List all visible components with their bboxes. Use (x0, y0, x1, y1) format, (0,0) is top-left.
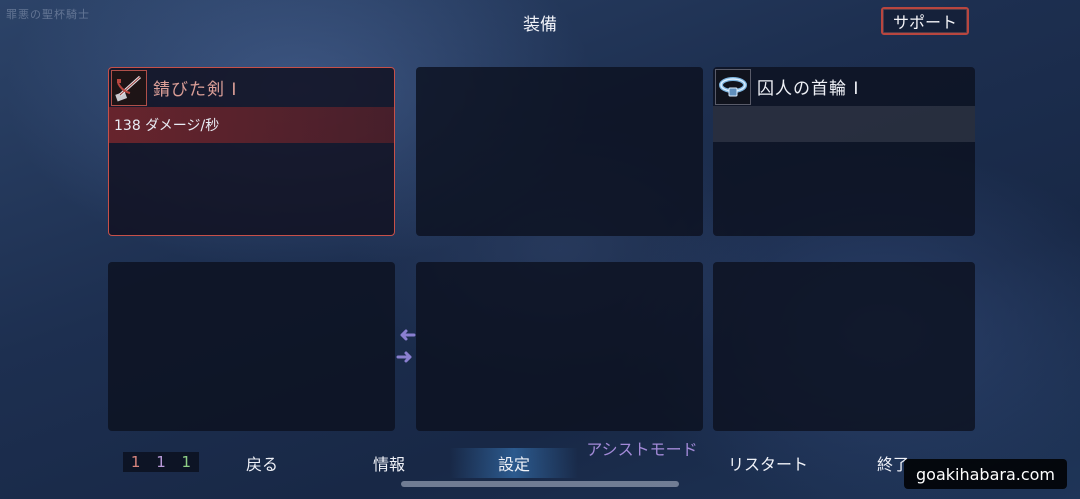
info-button[interactable]: 情報 (349, 448, 429, 478)
site-watermark: goakihabara.com (904, 459, 1068, 489)
equipment-slot-empty[interactable] (416, 67, 703, 236)
equipment-slot-empty[interactable] (713, 262, 975, 431)
item-stat: 138 ダメージ/秒 (109, 107, 394, 143)
slot-header: 囚人の首輪 Ⅰ (713, 67, 975, 106)
restart-button[interactable]: リスタート (714, 448, 822, 478)
support-button[interactable]: サポート (881, 7, 969, 35)
rusty-sword-icon (111, 69, 147, 106)
item-name: 囚人の首輪 Ⅰ (757, 79, 860, 99)
swap-arrows-icon[interactable] (394, 327, 418, 367)
equipment-slot-amulet[interactable]: 囚人の首輪 Ⅰ (713, 67, 975, 236)
counter-green: 1 (181, 453, 192, 471)
counter-purple: 1 (156, 453, 166, 471)
equipment-slot-empty[interactable] (416, 262, 703, 431)
back-button[interactable]: 戻る (222, 448, 302, 478)
assist-mode-button[interactable]: アシストモード (582, 439, 702, 479)
slot-header: 錆びた剣 Ⅰ (109, 68, 394, 107)
settings-tab[interactable]: 設定 (450, 448, 578, 478)
equipment-slot-empty[interactable] (108, 262, 395, 431)
item-stat (713, 106, 975, 142)
equipment-slot-weapon[interactable]: 錆びた剣 Ⅰ 138 ダメージ/秒 (108, 67, 395, 236)
item-name: 錆びた剣 Ⅰ (153, 80, 238, 100)
prisoner-collar-icon (715, 68, 751, 105)
counter-red: 1 (130, 453, 141, 471)
potion-counter: 1 1 1 (123, 452, 199, 472)
scroll-handle[interactable] (401, 481, 679, 487)
